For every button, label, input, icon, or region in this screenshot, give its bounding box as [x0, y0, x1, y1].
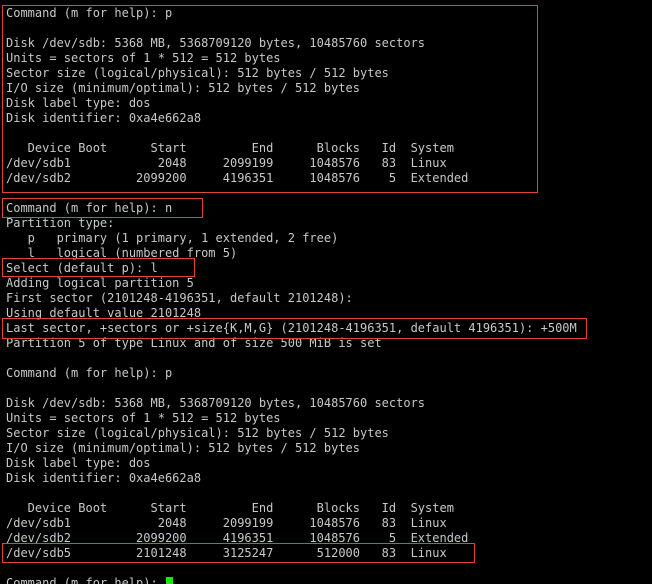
terminal-window[interactable]: Command (m for help): p Disk /dev/sdb: 5…	[0, 0, 652, 584]
terminal-line: Disk label type: dos	[6, 456, 151, 470]
highlight-box-select-logical	[2, 258, 195, 277]
terminal-line: Disk /dev/sdb: 5368 MB, 5368709120 bytes…	[6, 396, 426, 410]
terminal-line: p primary (1 primary, 1 extended, 2 free…	[6, 231, 339, 245]
command-prompt-line: Command (m for help): p	[6, 366, 173, 380]
partition-table-row: /dev/sdb1 2048 2099199 1048576 83 Linux	[6, 516, 447, 530]
terminal-line: Adding logical partition 5	[6, 276, 194, 290]
terminal-line: First sector (2101248-4196351, default 2…	[6, 291, 353, 305]
terminal-line: Partition type:	[6, 216, 115, 230]
prompt-text: Command (m for help):	[6, 576, 165, 584]
text-cursor	[165, 577, 173, 584]
partition-table-header: Device Boot Start End Blocks Id System	[6, 501, 454, 515]
terminal-line: Units = sectors of 1 * 512 = 512 bytes	[6, 411, 281, 425]
highlight-box-first-print	[2, 5, 538, 193]
terminal-line: I/O size (minimum/optimal): 512 bytes / …	[6, 441, 361, 455]
terminal-line: Disk identifier: 0xa4e662a8	[6, 471, 202, 485]
terminal-line: Sector size (logical/physical): 512 byte…	[6, 426, 389, 440]
highlight-box-last-sector	[2, 318, 587, 339]
highlight-box-new-partition-row	[2, 543, 475, 563]
active-command-prompt[interactable]: Command (m for help):	[6, 576, 173, 584]
highlight-box-new-command	[2, 198, 203, 218]
